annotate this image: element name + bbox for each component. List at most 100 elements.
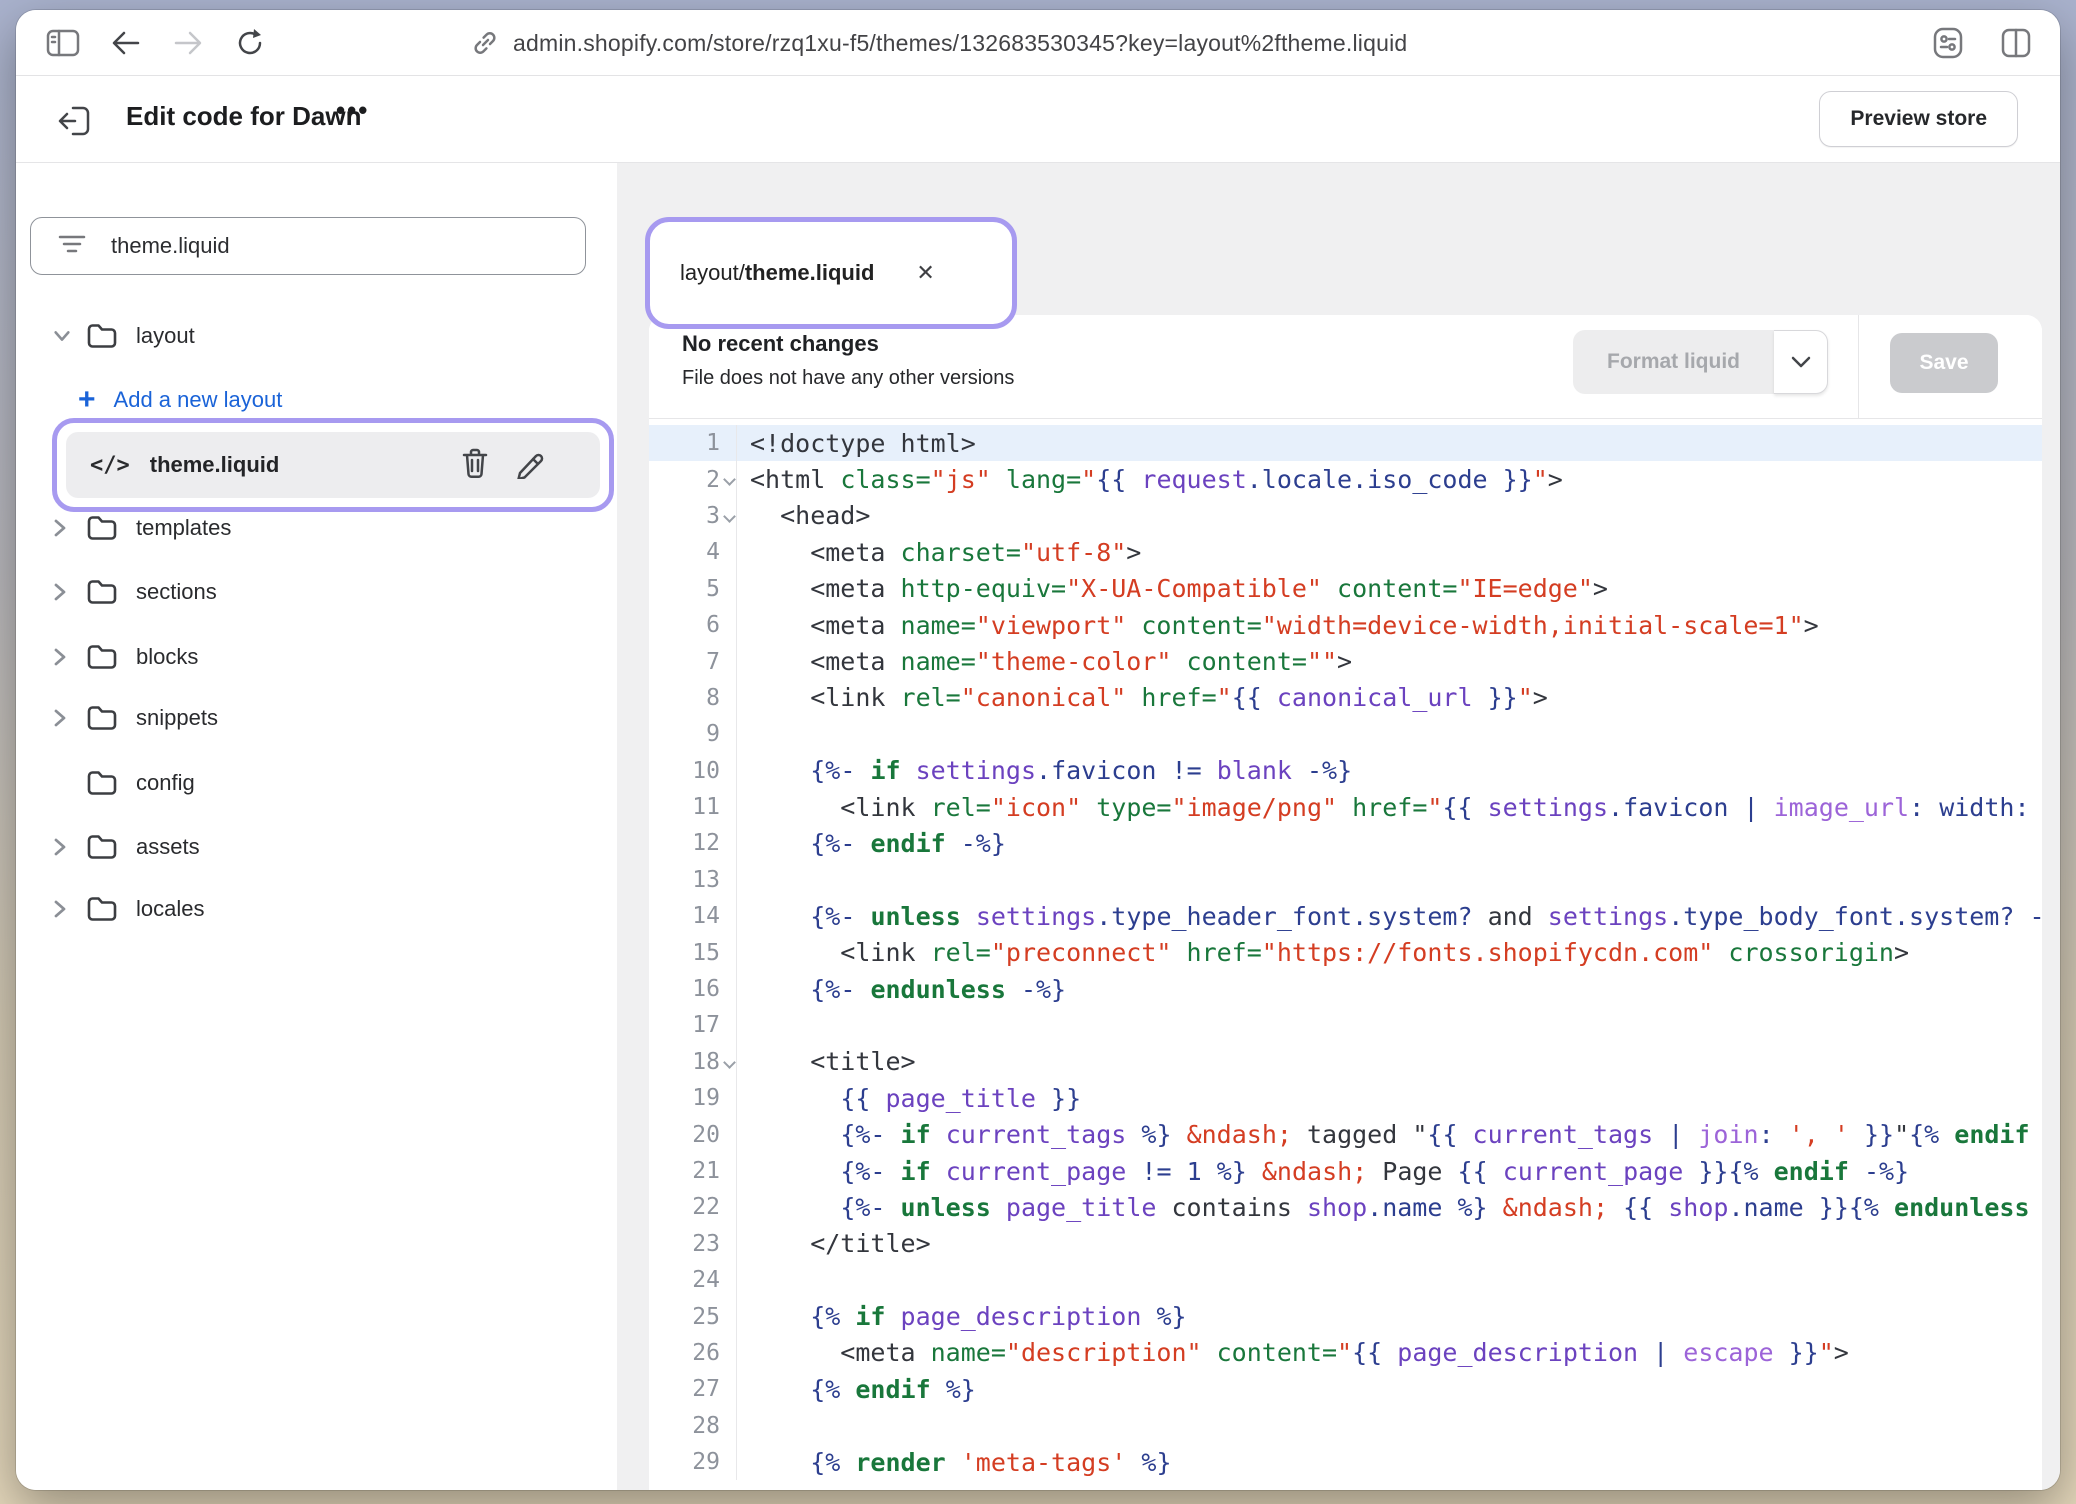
code-line-2[interactable]: 2<html class="js" lang="{{ request.local… [649, 461, 2042, 497]
format-liquid-button[interactable]: Format liquid [1573, 330, 1774, 394]
code-line-10[interactable]: 10 {%- if settings.favicon != blank -%} [649, 753, 2042, 789]
fold-chevron-icon[interactable] [723, 510, 736, 523]
app-header: Edit code for Dawn ••• Preview store [16, 77, 2060, 163]
file-label: theme.liquid [150, 452, 280, 478]
line-number: 12 [649, 825, 737, 861]
folder-label: layout [136, 323, 195, 349]
page-settings-icon[interactable] [1932, 26, 1964, 60]
code-line-24[interactable]: 24 [649, 1262, 2042, 1298]
page-title: Edit code for Dawn [126, 101, 361, 132]
add-new-layout-button[interactable]: + Add a new layout [16, 368, 617, 432]
annotation-ring-tab: layout/theme.liquid ✕ [645, 217, 1017, 329]
code-line-28[interactable]: 28 [649, 1408, 2042, 1444]
sidebar-item-config[interactable]: config [16, 751, 617, 815]
sidebar-item-locales[interactable]: locales [16, 877, 617, 941]
code-line-16[interactable]: 16 {%- endunless -%} [649, 971, 2042, 1007]
fold-chevron-icon[interactable] [723, 1056, 736, 1069]
code-line-8[interactable]: 8 <link rel="canonical" href="{{ canonic… [649, 680, 2042, 716]
tab-theme-liquid[interactable]: layout/theme.liquid ✕ [658, 230, 1004, 316]
code-line-29[interactable]: 29 {% render 'meta-tags' %} [649, 1444, 2042, 1480]
line-number: 21 [649, 1153, 737, 1189]
line-number: 22 [649, 1189, 737, 1225]
sidebar-item-layout[interactable]: layout [16, 304, 617, 368]
code-line-27[interactable]: 27 {% endif %} [649, 1371, 2042, 1407]
search-input[interactable] [109, 232, 509, 260]
code-line-19[interactable]: 19 {{ page_title }} [649, 1080, 2042, 1116]
browser-window: admin.shopify.com/store/rzq1xu-f5/themes… [16, 10, 2060, 1490]
forward-icon [172, 29, 204, 57]
chevron-right-icon [52, 897, 68, 921]
line-number: 14 [649, 898, 737, 934]
tab-close-icon[interactable]: ✕ [916, 260, 934, 286]
code-line-4[interactable]: 4 <meta charset="utf-8"> [649, 534, 2042, 570]
preview-store-button[interactable]: Preview store [1819, 91, 2018, 147]
url-text[interactable]: admin.shopify.com/store/rzq1xu-f5/themes… [513, 30, 1407, 57]
line-number: 9 [649, 716, 737, 752]
file-search[interactable] [30, 217, 586, 275]
folder-label: assets [136, 834, 200, 860]
code-line-1[interactable]: 1<!doctype html> [649, 425, 2042, 461]
code-text: <!doctype html> [737, 429, 976, 458]
reload-icon[interactable] [234, 27, 266, 59]
code-line-26[interactable]: 26 <meta name="description" content="{{ … [649, 1335, 2042, 1371]
save-button[interactable]: Save [1890, 333, 1998, 393]
code-line-15[interactable]: 15 <link rel="preconnect" href="https://… [649, 934, 2042, 970]
code-line-23[interactable]: 23 </title> [649, 1226, 2042, 1262]
code-text: <link rel="preconnect" href="https://fon… [737, 938, 1909, 967]
chevron-right-icon [52, 516, 68, 540]
delete-file-icon[interactable] [460, 447, 490, 484]
code-line-13[interactable]: 13 [649, 862, 2042, 898]
code-line-5[interactable]: 5 <meta http-equiv="X-UA-Compatible" con… [649, 571, 2042, 607]
chevron-right-icon [52, 706, 68, 730]
sidebar-toggle-icon[interactable] [46, 28, 80, 58]
folder-label: sections [136, 579, 217, 605]
rename-file-icon[interactable] [514, 447, 544, 484]
code-text: <title> [737, 1047, 916, 1076]
code-line-9[interactable]: 9 [649, 716, 2042, 752]
sidebar-item-sections[interactable]: sections [16, 560, 617, 624]
line-number: 16 [649, 971, 737, 1007]
code-text: {%- unless settings.type_header_font.sys… [737, 902, 2042, 931]
code-line-6[interactable]: 6 <meta name="viewport" content="width=d… [649, 607, 2042, 643]
fold-chevron-icon[interactable] [723, 474, 736, 487]
folder-icon [86, 833, 118, 861]
format-options-dropdown[interactable] [1774, 330, 1828, 394]
code-line-17[interactable]: 17 [649, 1007, 2042, 1043]
file-tree-sidebar: layout templates sections blocks snippets con… [16, 163, 617, 1490]
code-editor[interactable]: 1<!doctype html>2<html class="js" lang="… [649, 420, 2042, 1490]
code-text: <link rel="canonical" href="{{ canonical… [737, 683, 1548, 712]
line-number: 18 [649, 1044, 737, 1080]
code-line-3[interactable]: 3 <head> [649, 498, 2042, 534]
sidebar-item-assets[interactable]: assets [16, 815, 617, 879]
code-line-22[interactable]: 22 {%- unless page_title contains shop.n… [649, 1189, 2042, 1225]
back-icon[interactable] [110, 29, 142, 57]
code-line-12[interactable]: 12 {%- endif -%} [649, 825, 2042, 861]
file-item-theme-liquid[interactable]: </> theme.liquid [66, 432, 600, 498]
code-text: {%- if settings.favicon != blank -%} [737, 756, 1352, 785]
line-number: 29 [649, 1444, 737, 1480]
code-line-21[interactable]: 21 {%- if current_page != 1 %} &ndash; P… [649, 1153, 2042, 1189]
code-text: <html class="js" lang="{{ request.locale… [737, 465, 1563, 494]
code-file-icon: </> [90, 453, 130, 478]
folder-label: blocks [136, 644, 198, 670]
sidebar-item-blocks[interactable]: blocks [16, 625, 617, 689]
code-line-7[interactable]: 7 <meta name="theme-color" content=""> [649, 643, 2042, 679]
code-line-18[interactable]: 18 <title> [649, 1044, 2042, 1080]
exit-icon[interactable] [56, 101, 96, 146]
code-line-20[interactable]: 20 {%- if current_tags %} &ndash; tagged… [649, 1116, 2042, 1152]
folder-label: config [136, 770, 195, 796]
code-text: {%- endunless -%} [737, 975, 1066, 1004]
sidebar-item-snippets[interactable]: snippets [16, 686, 617, 750]
code-text: <meta charset="utf-8"> [737, 538, 1141, 567]
split-view-icon[interactable] [2000, 27, 2032, 59]
code-text: <meta name="description" content="{{ pag… [737, 1338, 1849, 1367]
line-number: 25 [649, 1298, 737, 1334]
code-line-25[interactable]: 25 {% if page_description %} [649, 1298, 2042, 1334]
chevron-right-icon [52, 580, 68, 604]
sidebar-item-templates[interactable]: templates [16, 496, 617, 560]
code-line-11[interactable]: 11 <link rel="icon" type="image/png" hre… [649, 789, 2042, 825]
more-menu-button[interactable]: ••• [336, 95, 369, 126]
code-text: {%- if current_page != 1 %} &ndash; Page… [737, 1157, 1909, 1186]
line-number: 27 [649, 1371, 737, 1407]
code-line-14[interactable]: 14 {%- unless settings.type_header_font.… [649, 898, 2042, 934]
